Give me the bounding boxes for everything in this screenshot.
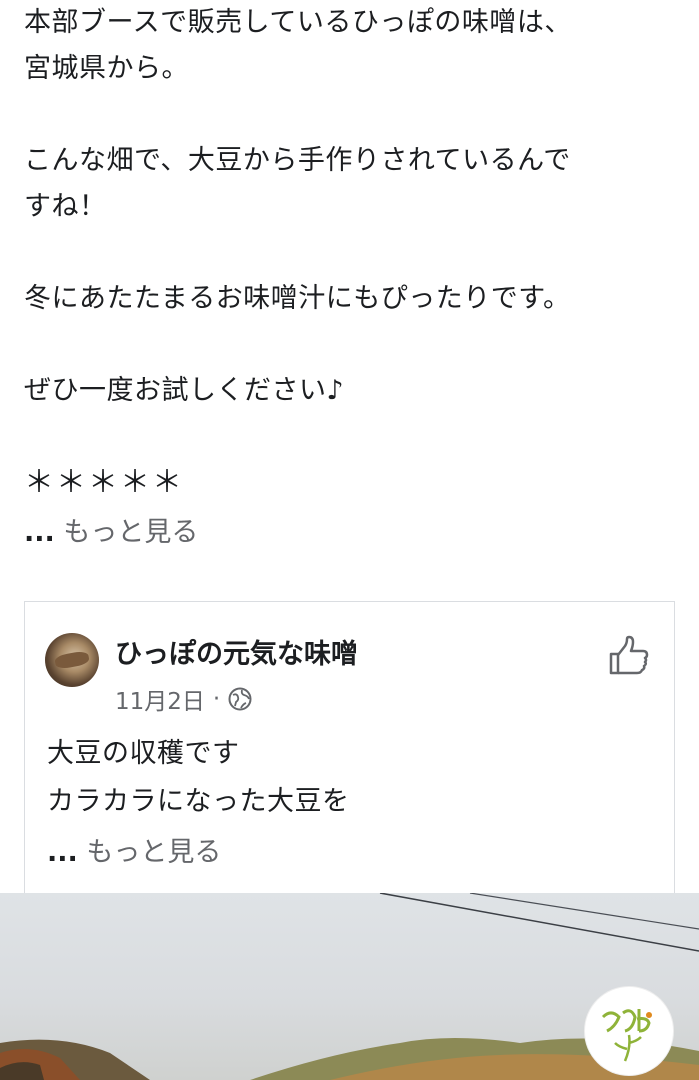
see-more-label: もっと見る <box>63 517 199 548</box>
post-line-5: 冬にあたたまるお味噌汁にもぴったりです。 <box>24 283 571 314</box>
marche-logo <box>585 987 673 1075</box>
post-text: 本部ブースで販売しているひっぽの味噌は、 宮城県から。 こんな畑で、大豆から手作… <box>24 0 684 549</box>
see-more-ellipsis: ... <box>24 517 55 548</box>
marche-logo-icon <box>601 1009 652 1062</box>
page-avatar[interactable] <box>45 633 99 687</box>
post-line-3: こんな畑で、大豆から手作りされているんで <box>24 145 571 176</box>
post-line-stars: ＊＊＊＊＊ <box>24 465 184 500</box>
post-line-2: 宮城県から。 <box>24 53 189 84</box>
post-line-6: ぜひ一度お試しください♪ <box>24 375 345 406</box>
meta-separator: · <box>212 686 221 712</box>
thumbs-up-icon[interactable] <box>607 634 651 678</box>
post-meta: 11月2日 · <box>115 682 252 716</box>
post-line-4: すね！ <box>24 191 107 222</box>
globe-icon <box>228 687 252 711</box>
shared-see-more-label: もっと見る <box>86 837 222 868</box>
page-name[interactable]: ひっぽの元気な味噌 <box>115 632 358 671</box>
shared-line-1: 大豆の収穫です <box>47 738 240 769</box>
post-line-1: 本部ブースで販売しているひっぽの味噌は、 <box>24 7 572 38</box>
shared-post-card[interactable]: ひっぽの元気な味噌 11月2日 · 大豆の収穫です カラカラになった大豆を ..… <box>24 601 675 893</box>
post-date[interactable]: 11月2日 <box>115 682 205 716</box>
shared-post-body: 大豆の収穫です カラカラになった大豆を ... もっと見る <box>47 730 350 869</box>
shared-line-2: カラカラになった大豆を <box>47 786 350 817</box>
shared-see-more-ellipsis: ... <box>47 837 78 868</box>
shared-see-more-link[interactable]: ... もっと見る <box>47 830 350 869</box>
see-more-link[interactable]: ... もっと見る <box>24 510 684 549</box>
